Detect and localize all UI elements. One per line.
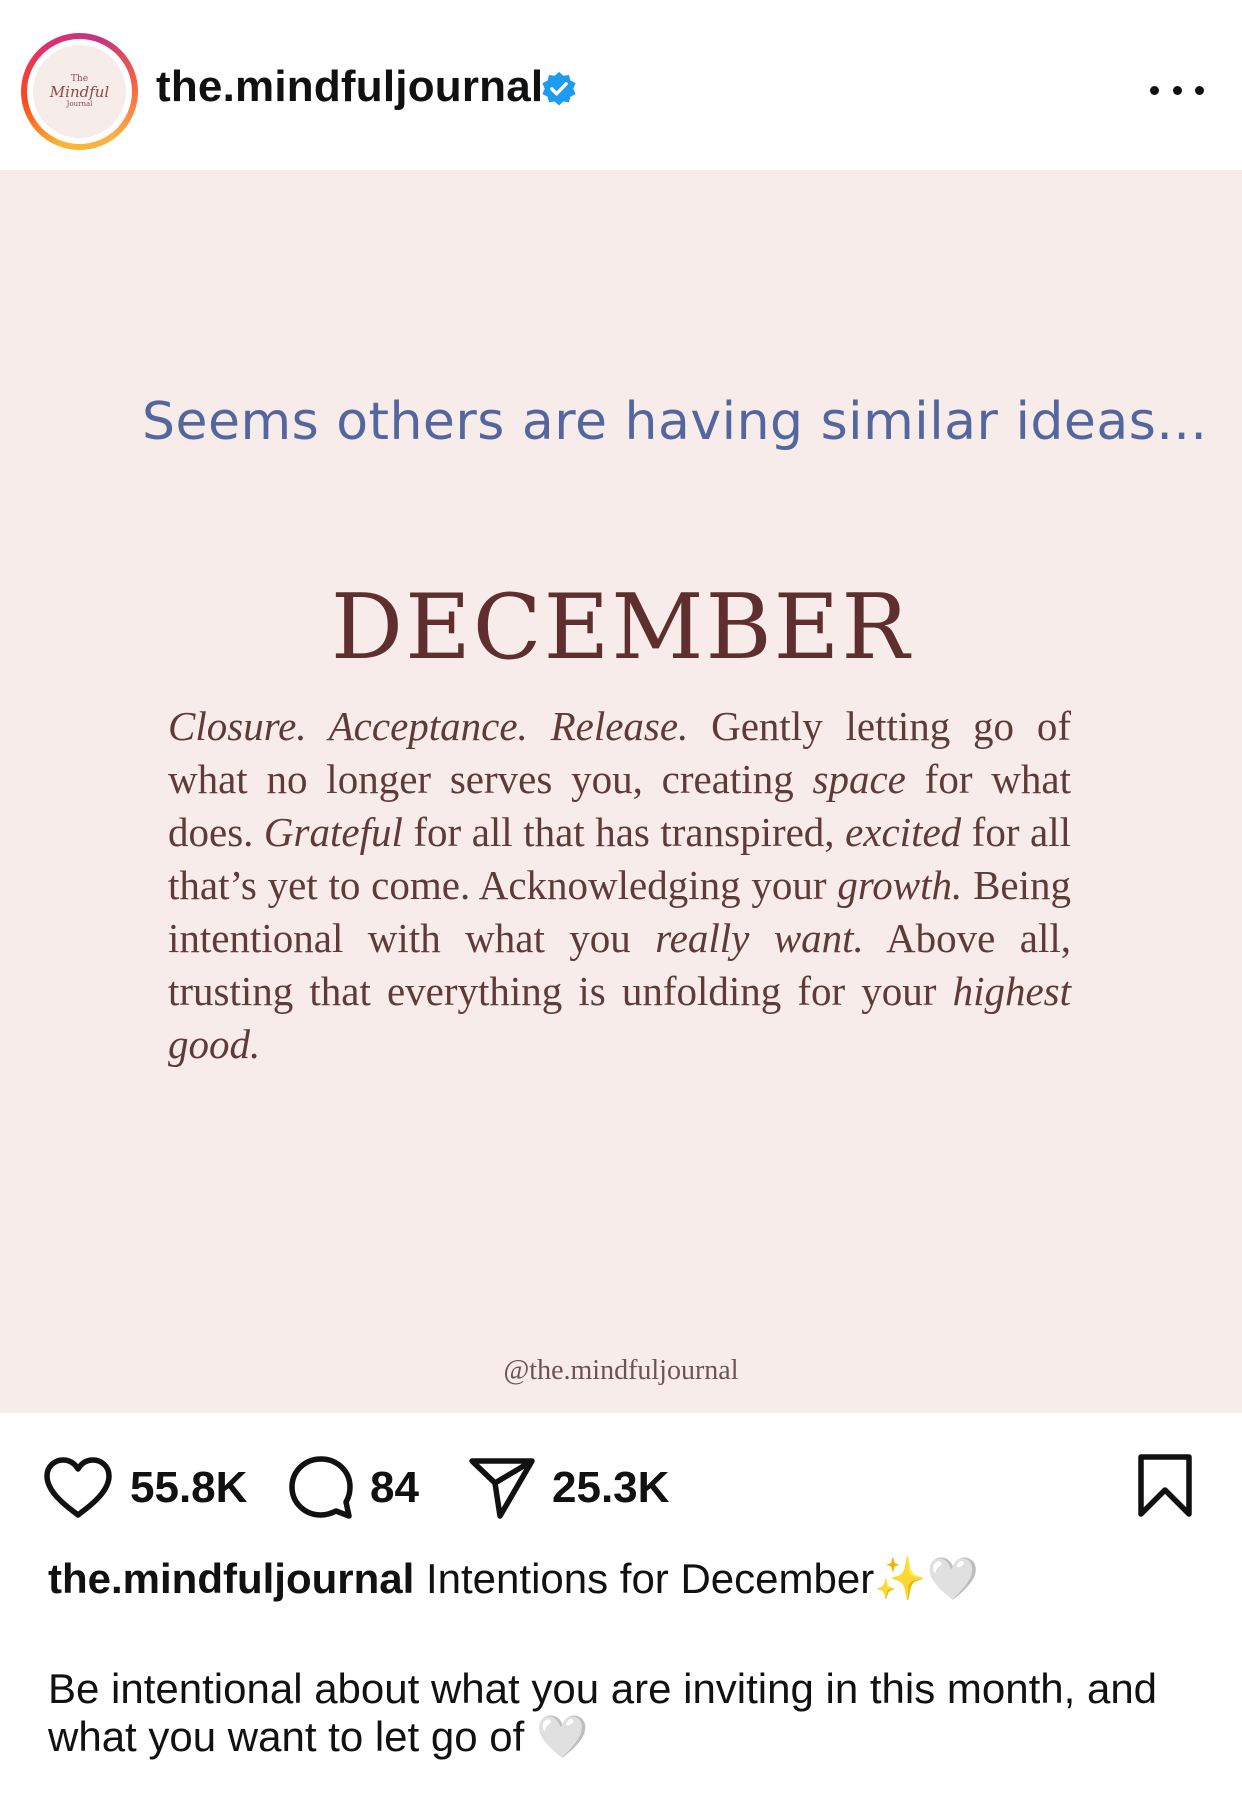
caption: the.mindfuljournal Intentions for Decemb… (48, 1555, 979, 1604)
verified-badge-icon (542, 71, 576, 106)
card-handle: @the.mindfuljournal (503, 1355, 739, 1386)
post-overlay-text: Seems others are having similar ideas... (142, 392, 1208, 452)
header-username[interactable]: the.mindfuljournal (156, 62, 543, 112)
avatar-border: The Mindful Journal (27, 39, 132, 144)
caption-text: Intentions for December✨🤍 (414, 1555, 979, 1602)
share-count[interactable]: 25.3K (552, 1463, 669, 1513)
card-body: Closure. Acceptance. Release. Gently let… (168, 700, 1071, 1071)
like-action[interactable]: 55.8K (42, 1453, 247, 1523)
dot (1195, 85, 1204, 95)
caption-username[interactable]: the.mindfuljournal (48, 1555, 414, 1602)
caption-body: Be intentional about what you are inviti… (48, 1665, 1158, 1760)
avatar[interactable]: The Mindful Journal (33, 45, 126, 138)
share-action[interactable]: 25.3K (468, 1453, 669, 1523)
post-header: The Mindful Journal the.mindfuljournal (0, 0, 1242, 170)
body-segment: Grateful (263, 809, 403, 855)
avatar-text-line-3: Journal (66, 100, 93, 108)
body-segment: growth. (837, 862, 963, 908)
share-icon[interactable] (468, 1456, 536, 1520)
like-count[interactable]: 55.8K (130, 1463, 247, 1513)
dot (1172, 85, 1182, 95)
avatar-text-line-2: Mindful (49, 83, 110, 101)
bookmark-icon[interactable] (1135, 1452, 1195, 1520)
story-ring[interactable]: The Mindful Journal (21, 33, 138, 150)
comment-icon[interactable] (288, 1455, 354, 1521)
heart-icon[interactable] (42, 1456, 114, 1520)
body-segment: for all that has transpired, (402, 809, 846, 855)
dot (1150, 85, 1159, 95)
body-segment: Closure. Acceptance. Release. (168, 703, 689, 749)
body-segment: space (812, 756, 906, 802)
more-options-icon[interactable] (1150, 70, 1204, 110)
action-bar: 55.8K 84 25.3K (0, 1413, 1242, 1543)
comment-action[interactable]: 84 (288, 1453, 419, 1523)
body-segment: really want. (655, 915, 864, 961)
comment-count[interactable]: 84 (370, 1463, 419, 1513)
card-title: DECEMBER (330, 575, 912, 680)
body-segment: excited (845, 809, 962, 855)
